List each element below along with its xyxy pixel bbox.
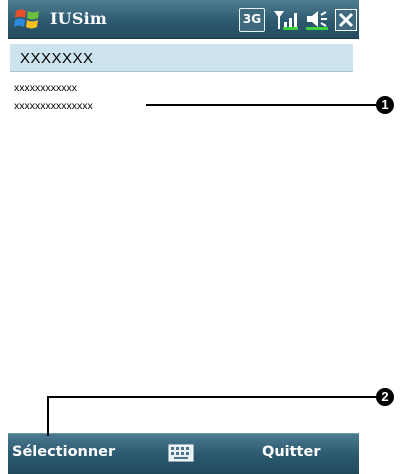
signal-icon[interactable] [272,8,298,30]
title-bar: IUSim 3G [8,0,359,39]
bottom-menu-bar: Sélectionner Quitter [8,433,359,474]
device-screen: IUSim 3G XXXXXXX xxxxxxxxxxxx xxxxxxxxxx… [8,0,359,474]
speaker-icon[interactable] [304,8,330,30]
list-item[interactable]: xxxxxxxxxxxx [14,79,93,97]
callout-marker-1: 1 [376,96,394,114]
windows-flag-icon[interactable] [12,4,42,34]
callout-line-2 [47,396,377,398]
callout-marker-2: 2 [376,388,394,406]
sim-header: XXXXXXX [10,44,353,72]
sim-list: xxxxxxxxxxxx xxxxxxxxxxxxxxx [14,79,93,115]
app-title: IUSim [50,9,107,28]
close-icon[interactable] [335,9,357,31]
quit-softkey[interactable]: Quitter [262,444,320,460]
select-softkey[interactable]: Sélectionner [12,444,115,460]
callout-line-1 [146,104,376,106]
list-item[interactable]: xxxxxxxxxxxxxxx [14,97,93,115]
network-3g-badge: 3G [239,8,265,32]
keyboard-icon[interactable] [168,444,194,462]
callout-line-2-vertical [47,396,49,436]
